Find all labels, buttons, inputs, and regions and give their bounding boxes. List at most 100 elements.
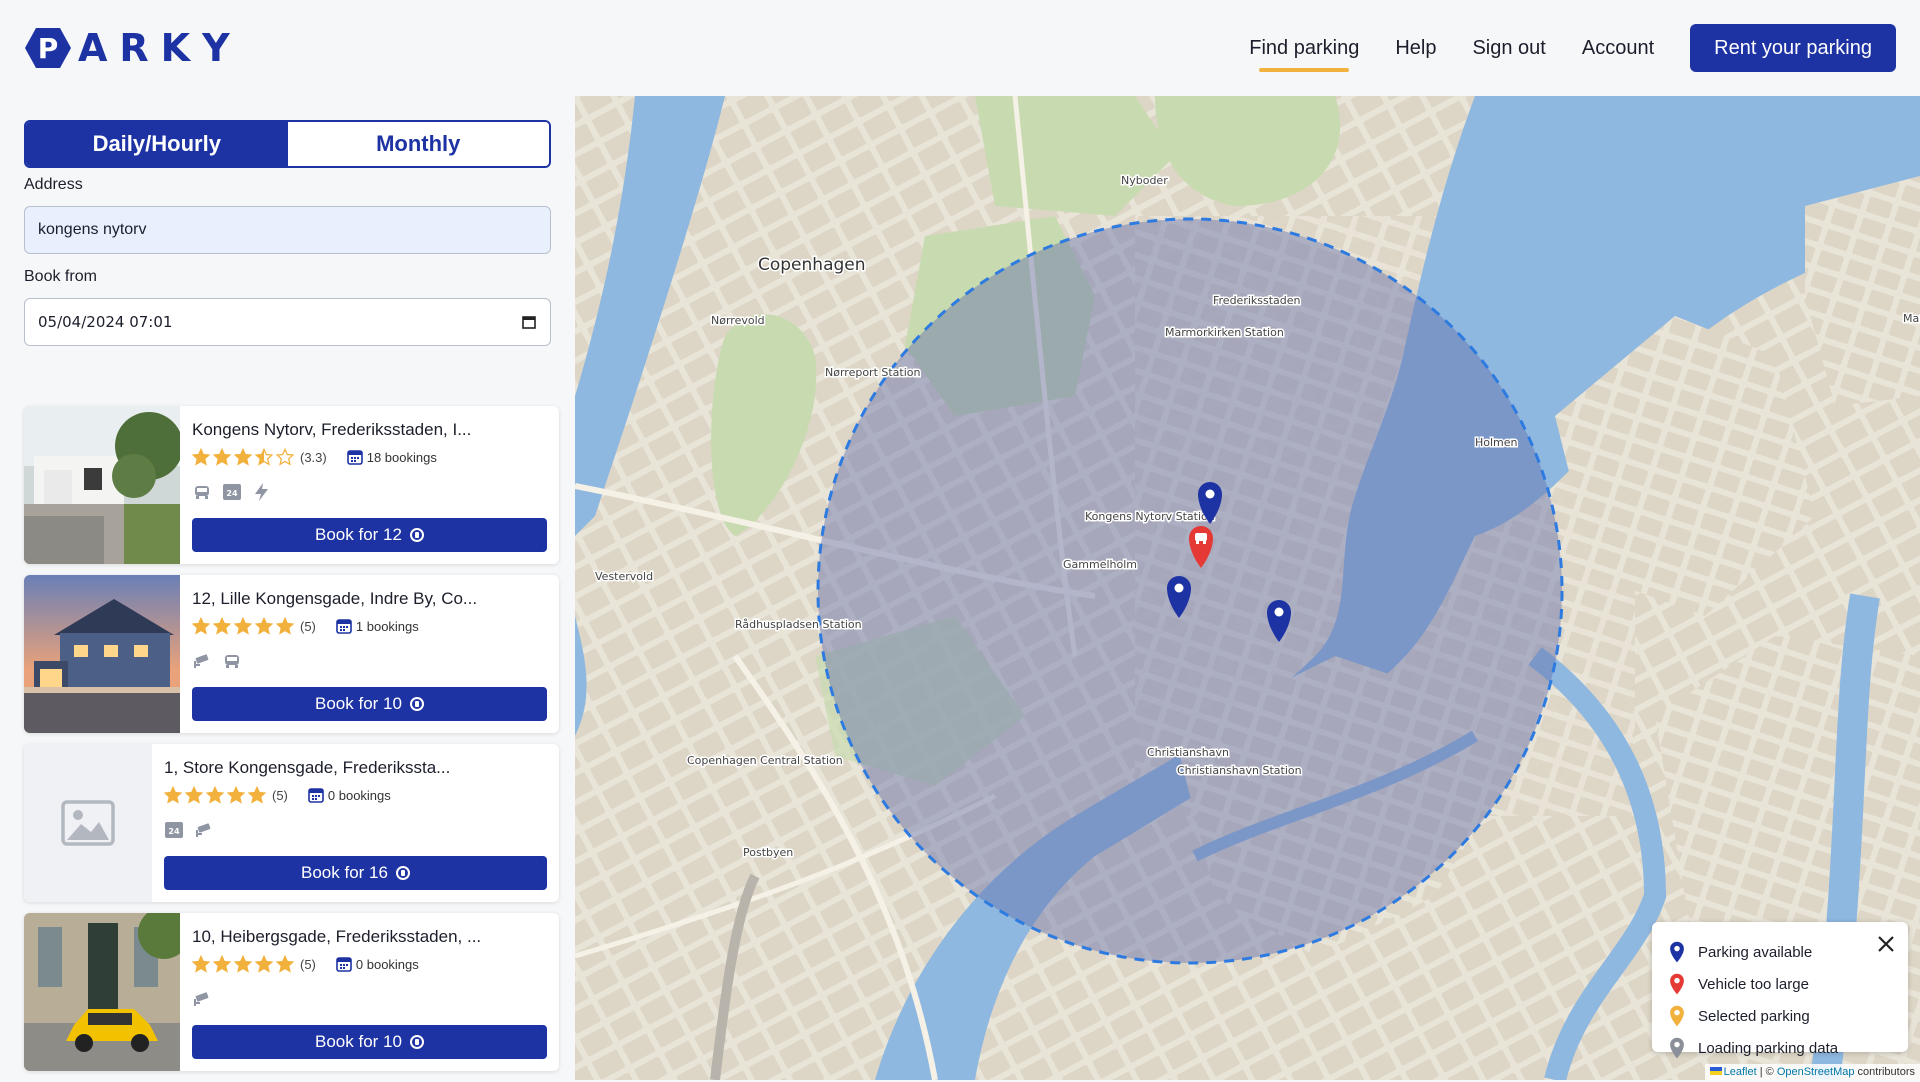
search-panel: Daily/Hourly Monthly Address kongens nyt… bbox=[0, 96, 575, 1080]
book-button[interactable]: Book for 10 bbox=[192, 1025, 547, 1059]
map-view[interactable]: Copenhagen Nørrevold Nyboder Frederiksstade… bbox=[575, 96, 1920, 1080]
legend-item: Loading parking data bbox=[1668, 1032, 1892, 1064]
flag-icon bbox=[1709, 1067, 1722, 1075]
parking-listing-card[interactable]: 1, Store Kongensgade, Frederikssta... (5)… bbox=[24, 744, 559, 902]
top-header: P ARKY Find parking Help Sign out Accoun… bbox=[0, 0, 1920, 96]
map-place-label: Vestervold bbox=[595, 570, 653, 583]
map-place-label: Kongens Nytorv Station bbox=[1085, 510, 1215, 523]
book-button-label: Book for 10 bbox=[315, 1032, 402, 1051]
attribution-separator: | © bbox=[1756, 1066, 1777, 1078]
close-icon[interactable] bbox=[1876, 934, 1896, 954]
nav-help[interactable]: Help bbox=[1395, 24, 1436, 72]
map-pin-icon bbox=[1670, 941, 1684, 963]
parking-listing-card[interactable]: 12, Lille Kongensgade, Indre By, Co... (5… bbox=[24, 575, 559, 733]
star-icon bbox=[234, 448, 252, 466]
legend-label: Parking available bbox=[1698, 943, 1813, 961]
listing-features: 24 bbox=[164, 820, 224, 840]
svg-text:24: 24 bbox=[168, 827, 180, 836]
calendar-icon bbox=[308, 788, 324, 803]
legend-item: Vehicle too large bbox=[1668, 968, 1892, 1000]
book-button[interactable]: Book for 16 bbox=[164, 856, 547, 890]
map-place-label: Christianshavn bbox=[1147, 746, 1229, 759]
car-icon bbox=[222, 651, 242, 671]
listing-title[interactable]: 10, Heibergsgade, Frederiksstaden, ... bbox=[192, 927, 481, 947]
parking-listing-card[interactable]: 10, Heibergsgade, Frederiksstaden, ... (5… bbox=[24, 913, 559, 1071]
24h-icon: 24 bbox=[164, 820, 184, 840]
legend-item: Selected parking bbox=[1668, 1000, 1892, 1032]
leaflet-link[interactable]: Leaflet bbox=[1724, 1066, 1757, 1078]
star-icon bbox=[276, 448, 294, 466]
listing-rating: (5) 1 bookings bbox=[192, 617, 419, 635]
logo-hexagon-icon: P bbox=[25, 28, 71, 68]
tab-daily-hourly[interactable]: Daily/Hourly bbox=[26, 122, 288, 166]
osm-link[interactable]: OpenStreetMap bbox=[1777, 1066, 1855, 1078]
bookings-text: 18 bookings bbox=[366, 449, 437, 465]
nav-account[interactable]: Account bbox=[1582, 24, 1654, 72]
main-nav: Find parking Help Sign out Account Rent … bbox=[1231, 24, 1896, 72]
ev-charging-icon bbox=[252, 482, 272, 502]
map-pin-icon bbox=[1670, 1005, 1684, 1027]
star-icon bbox=[255, 448, 273, 466]
listing-title[interactable]: 1, Store Kongensgade, Frederikssta... bbox=[164, 758, 450, 778]
tab-monthly[interactable]: Monthly bbox=[287, 122, 549, 166]
star-icon bbox=[164, 786, 182, 804]
address-input[interactable]: kongens nytorv bbox=[24, 206, 551, 254]
legend-item: Parking available bbox=[1668, 936, 1892, 968]
listing-rating: (3.3) 18 bookings bbox=[192, 448, 437, 466]
book-button[interactable]: Book for 10 bbox=[192, 687, 547, 721]
parking-listing-card[interactable]: Kongens Nytorv, Frederiksstaden, I... (3.… bbox=[24, 406, 559, 564]
star-icon bbox=[192, 448, 210, 466]
book-button-label: Book for 16 bbox=[301, 863, 388, 882]
map-place-label: Nørreport Station bbox=[825, 366, 921, 379]
star-icon bbox=[206, 786, 224, 804]
coin-icon bbox=[409, 697, 424, 711]
book-button-label: Book for 12 bbox=[315, 525, 402, 544]
image-placeholder-icon bbox=[24, 744, 152, 902]
book-button[interactable]: Book for 12 bbox=[192, 518, 547, 552]
logo-wordmark: ARKY bbox=[78, 26, 242, 70]
book-from-label: Book from bbox=[24, 268, 97, 285]
nav-find-parking[interactable]: Find parking bbox=[1249, 24, 1359, 72]
bookings-count: 18 bookings bbox=[346, 449, 437, 465]
parky-logo[interactable]: P ARKY bbox=[24, 26, 242, 70]
map-place-label: Copenhagen Central Station bbox=[687, 754, 843, 767]
book-from-input[interactable]: 05/04/2024 07:01 bbox=[24, 298, 551, 346]
star-icon bbox=[234, 617, 252, 635]
booking-type-tabs: Daily/Hourly Monthly bbox=[24, 120, 551, 168]
star-icon bbox=[213, 617, 231, 635]
listing-rating: (5) 0 bookings bbox=[192, 955, 419, 973]
coin-icon bbox=[409, 528, 424, 542]
legend-label: Vehicle too large bbox=[1698, 975, 1809, 993]
legend-label: Selected parking bbox=[1698, 1007, 1810, 1025]
listing-features: 24 bbox=[192, 482, 282, 502]
listing-title[interactable]: Kongens Nytorv, Frederiksstaden, I... bbox=[192, 420, 471, 440]
calendar-icon[interactable] bbox=[522, 315, 536, 329]
map-place-label: Gammelholm bbox=[1063, 558, 1137, 571]
listing-title[interactable]: 12, Lille Kongensgade, Indre By, Co... bbox=[192, 589, 477, 609]
map-legend: Parking available Vehicle too large Select… bbox=[1652, 922, 1908, 1059]
nav-sign-out[interactable]: Sign out bbox=[1472, 24, 1545, 72]
book-from-value: 05/04/2024 07:01 bbox=[38, 313, 173, 331]
listing-features bbox=[192, 651, 252, 671]
map-place-label: Frederiksstaden bbox=[1213, 294, 1301, 307]
map-pin-icon bbox=[1670, 1037, 1684, 1059]
rating-value: (5) bbox=[300, 956, 316, 972]
rating-value: (3.3) bbox=[300, 449, 327, 465]
coin-icon bbox=[395, 866, 410, 880]
calendar-icon bbox=[336, 957, 352, 972]
star-icon bbox=[192, 617, 210, 635]
bookings-text: 0 bookings bbox=[355, 956, 419, 972]
rent-your-parking-button[interactable]: Rent your parking bbox=[1690, 24, 1896, 72]
star-icon bbox=[185, 786, 203, 804]
map-place-label: Rådhuspladsen Station bbox=[735, 618, 862, 631]
map-place-label: Marmorkirken Station bbox=[1165, 326, 1284, 339]
address-label: Address bbox=[24, 176, 83, 193]
map-place-label: Christianshavn Station bbox=[1177, 764, 1302, 777]
star-icon bbox=[276, 955, 294, 973]
star-icon bbox=[248, 786, 266, 804]
listing-features bbox=[192, 989, 222, 1009]
map-place-label: Holmen bbox=[1475, 436, 1518, 449]
svg-text:P: P bbox=[38, 32, 59, 65]
star-icon bbox=[213, 955, 231, 973]
star-icon bbox=[192, 955, 210, 973]
